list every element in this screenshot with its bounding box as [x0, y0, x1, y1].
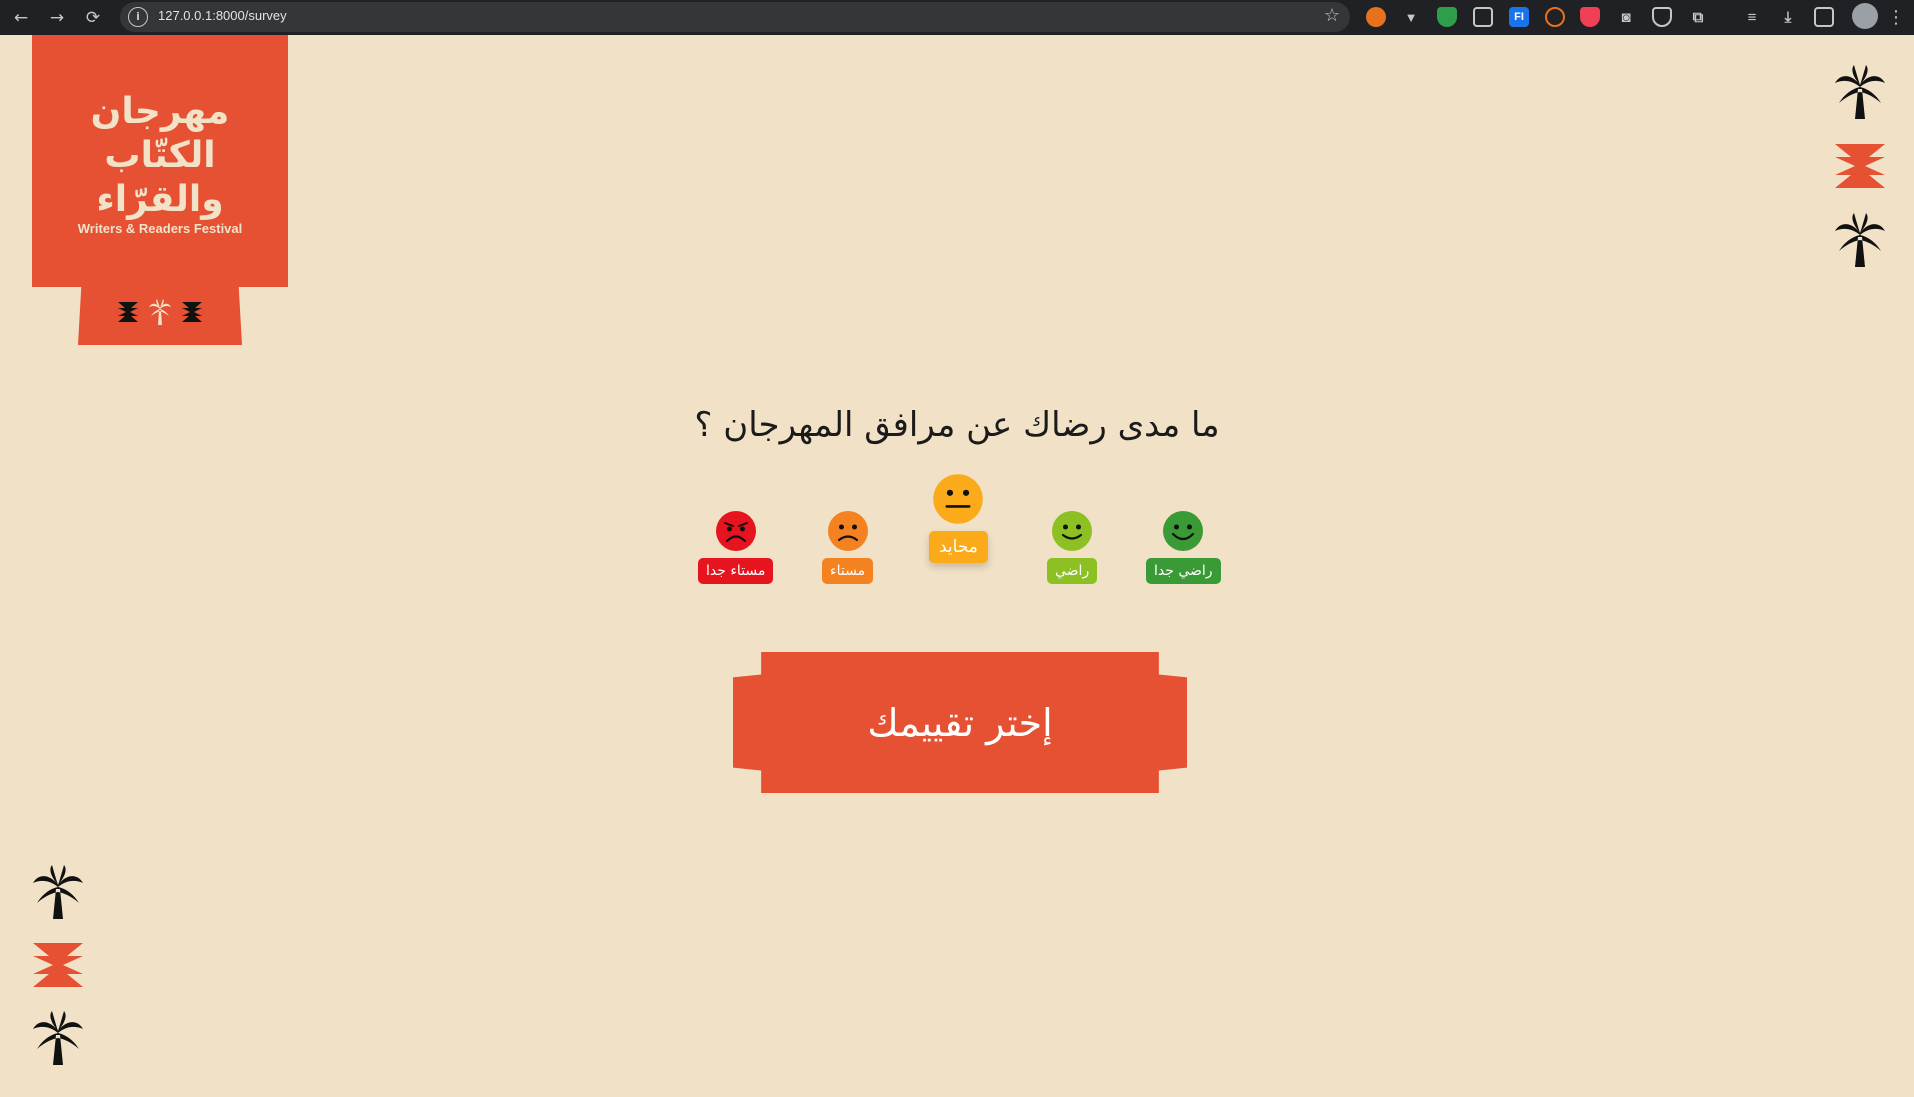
neutral-face-icon	[933, 474, 984, 524]
reload-icon: ⟳	[85, 7, 101, 28]
choose-rating-label: إختر تقييمك	[867, 700, 1053, 745]
browser-menu-icon[interactable]: ⋮	[1886, 0, 1906, 35]
rating-label: مستاء جدا	[698, 558, 774, 584]
screen-extension-icon[interactable]	[1473, 7, 1493, 27]
download-icon[interactable]: ⤓	[1778, 7, 1798, 27]
bookmark-star-icon[interactable]: ☆	[1324, 5, 1340, 26]
address-bar[interactable]: i 127.0.0.1:8000/survey ☆	[120, 2, 1350, 32]
fi-extension-icon[interactable]: FI	[1509, 7, 1529, 27]
camera-extension-icon[interactable]: ◙	[1616, 7, 1636, 27]
smiling-face-icon	[1052, 511, 1093, 551]
forward-arrow-icon: →	[49, 7, 65, 28]
forward-button[interactable]: →	[42, 0, 72, 35]
rating-dissatisfied[interactable]: مستاء	[822, 510, 874, 584]
rating-label: راضي جدا	[1146, 558, 1221, 584]
shield-extension-icon[interactable]	[1437, 7, 1457, 27]
rating-very-dissatisfied[interactable]: مستاء جدا	[698, 510, 774, 584]
browser-toolbar: ← → ⟳ i 127.0.0.1:8000/survey ☆ ▼ FI ◙ ⧉…	[0, 0, 1914, 35]
puzzle-extension-icon[interactable]: ⧉	[1688, 7, 1708, 27]
rating-label: مستاء	[822, 558, 874, 584]
rating-label: محايد	[929, 531, 988, 563]
profile-avatar[interactable]	[1852, 3, 1878, 29]
orange-extension-icon[interactable]	[1366, 7, 1386, 27]
site-info-icon[interactable]: i	[128, 7, 148, 27]
b-extension-icon[interactable]	[1545, 7, 1565, 27]
rating-satisfied[interactable]: راضي	[1047, 510, 1098, 584]
reload-button[interactable]: ⟳	[78, 0, 108, 35]
sidebar-icon[interactable]	[1814, 7, 1834, 27]
media-icon[interactable]: ≡	[1742, 7, 1762, 27]
back-button[interactable]: ←	[6, 0, 36, 35]
rating-very-satisfied[interactable]: راضي جدا	[1146, 510, 1221, 584]
rating-options: راضي جدا راضي محايد مستاء مستاء جدا	[0, 35, 1914, 1097]
privacy-extension-icon[interactable]	[1652, 7, 1672, 27]
choose-rating-button[interactable]: إختر تقييمك	[733, 652, 1187, 793]
vpn-extension-icon[interactable]: ▼	[1401, 7, 1421, 27]
very-happy-face-icon	[1163, 511, 1204, 551]
sad-face-icon	[827, 511, 868, 551]
very-sad-face-icon	[715, 511, 756, 551]
rating-neutral[interactable]: محايد	[929, 473, 988, 563]
survey-page: مهرجان الكتّاب والقرّاء Writers & Reader…	[0, 35, 1914, 1097]
pocket-extension-icon[interactable]	[1580, 7, 1600, 27]
back-arrow-icon: ←	[13, 7, 29, 28]
url-text: 127.0.0.1:8000/survey	[158, 8, 287, 23]
rating-label: راضي	[1047, 558, 1098, 584]
